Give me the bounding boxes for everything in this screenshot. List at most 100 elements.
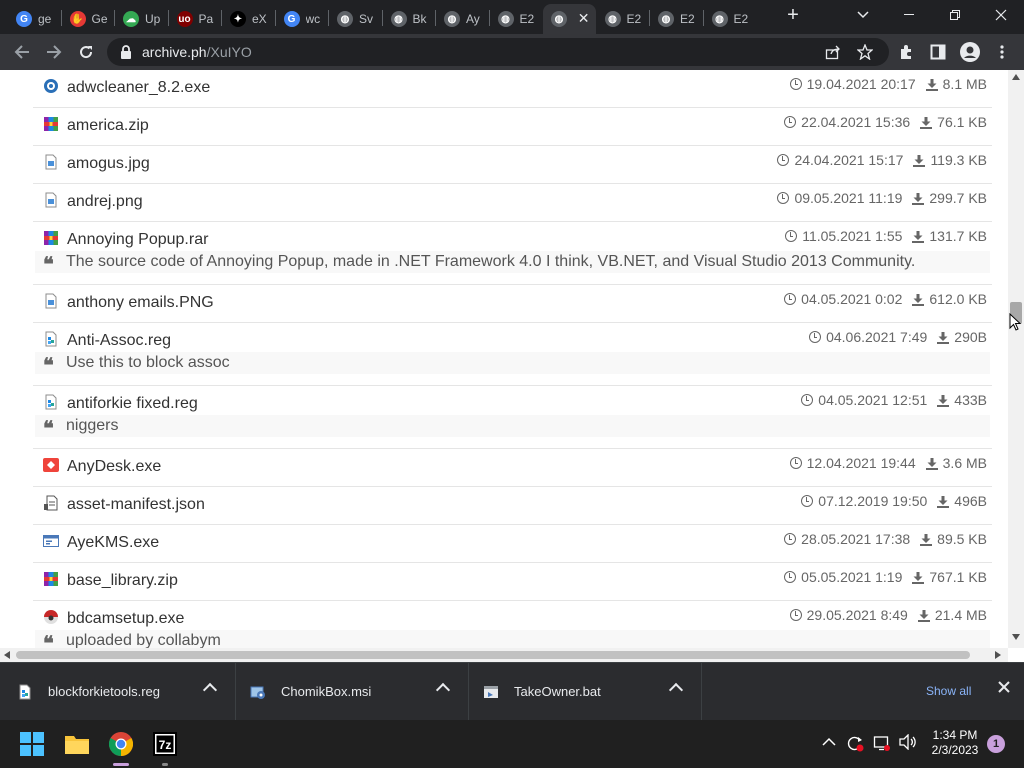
globe-icon: ◍	[604, 11, 621, 27]
file-row: AnyDesk.exe 12.04.2021 19:44 3.6 MB	[33, 449, 992, 487]
download-item[interactable]: blockforkietools.reg	[0, 663, 236, 721]
browser-toolbar: archive.ph/XuIYO	[0, 34, 1024, 70]
browser-tab[interactable]: ◍ E2	[490, 4, 543, 34]
file-name-link[interactable]: bdcamsetup.exe	[67, 610, 184, 628]
show-all-downloads-button[interactable]: Show all	[926, 684, 971, 698]
file-date: 05.05.2021 1:19	[801, 569, 903, 585]
bookmark-star-icon[interactable]	[851, 38, 879, 66]
share-icon[interactable]	[819, 38, 847, 66]
file-name-link[interactable]: asset-manifest.json	[67, 496, 205, 514]
scroll-right-arrow-icon[interactable]	[995, 651, 1001, 659]
download-icon	[912, 571, 925, 584]
browser-menu-icon[interactable]	[988, 38, 1016, 66]
network-icon[interactable]	[873, 734, 891, 756]
lock-icon[interactable]	[119, 44, 133, 60]
puzzle-site-icon: ✦	[230, 11, 246, 27]
registry-file-icon	[43, 394, 59, 410]
file-explorer-icon[interactable]	[61, 728, 93, 760]
file-name-link[interactable]: Annoying Popup.rar	[67, 231, 208, 249]
file-name-link[interactable]: anthony emails.PNG	[67, 294, 214, 312]
file-description: ❝ Use this to block assoc	[35, 352, 990, 377]
file-description: ❝ The source code of Annoying Popup, made…	[35, 251, 990, 276]
reload-button[interactable]	[72, 38, 100, 66]
file-date: 04.06.2021 7:49	[826, 329, 928, 345]
file-name-link[interactable]: adwcleaner_8.2.exe	[67, 79, 210, 97]
notification-badge[interactable]: 1	[987, 735, 1005, 753]
browser-tab[interactable]: ◍ E2	[704, 4, 757, 34]
tab-separator	[435, 10, 436, 26]
download-item[interactable]: ChomikBox.msi	[233, 663, 469, 721]
sync-warning-icon[interactable]	[846, 734, 864, 756]
clock-icon	[789, 457, 802, 469]
globe-icon: ◍	[390, 11, 407, 27]
close-window-button[interactable]	[978, 0, 1024, 30]
horizontal-scrollbar[interactable]	[0, 648, 1008, 662]
minimize-button[interactable]	[886, 0, 932, 30]
extensions-icon[interactable]	[892, 38, 920, 66]
horizontal-scroll-thumb[interactable]	[16, 651, 970, 659]
download-icon	[937, 495, 950, 508]
clock-icon	[789, 609, 802, 621]
tab-separator	[167, 10, 169, 26]
system-clock[interactable]: 1:34 PM 2/3/2023	[924, 728, 986, 758]
windows-start-icon[interactable]	[16, 728, 48, 760]
google-icon: G	[283, 11, 300, 27]
volume-icon[interactable]	[899, 733, 917, 754]
back-button[interactable]	[8, 38, 36, 66]
chevron-up-icon[interactable]	[202, 682, 218, 698]
file-name-link[interactable]: AyeKMS.exe	[67, 534, 159, 552]
browser-tab[interactable]: ◍ ✕	[543, 4, 596, 34]
file-row: bdcamsetup.exe 29.05.2021 8:49 21.4 MB ❝ upl…	[33, 601, 992, 648]
browser-tab[interactable]: uo Pa	[169, 4, 222, 34]
close-download-shelf-button[interactable]	[998, 680, 1010, 698]
chevron-up-icon[interactable]	[435, 682, 451, 698]
browser-tab[interactable]: ◍ Bk	[383, 4, 436, 34]
file-meta: 11.05.2021 1:55 131.7 KB	[785, 228, 987, 244]
browser-tab[interactable]: ☁ Up	[115, 4, 168, 34]
browser-tab[interactable]: ✦ eX	[222, 4, 275, 34]
download-item[interactable]: TakeOwner.bat	[466, 663, 702, 721]
file-name-link[interactable]: amogus.jpg	[67, 155, 150, 173]
file-row: adwcleaner_8.2.exe 19.04.2021 20:17 8.1 MB	[33, 70, 992, 108]
tab-title: Sv	[359, 12, 374, 26]
scroll-down-arrow-icon[interactable]	[1012, 634, 1020, 640]
url-text[interactable]: archive.ph/XuIYO	[142, 44, 252, 60]
file-row: Annoying Popup.rar 11.05.2021 1:55 131.7 K…	[33, 222, 992, 285]
file-name-link[interactable]: base_library.zip	[67, 572, 178, 590]
7zip-icon[interactable]: 7z	[149, 728, 181, 766]
side-panel-icon[interactable]	[924, 38, 952, 66]
clock-icon	[801, 495, 814, 507]
scroll-up-arrow-icon[interactable]	[1012, 74, 1020, 80]
restore-button[interactable]	[932, 0, 978, 30]
browser-tab[interactable]: ◍ Ay	[436, 4, 489, 34]
chevron-up-icon[interactable]	[668, 682, 684, 698]
file-date: 29.05.2021 8:49	[806, 607, 908, 623]
close-tab-icon[interactable]: ✕	[578, 10, 590, 27]
show-hidden-icons-icon[interactable]	[822, 734, 836, 751]
browser-tab[interactable]: ◍ E2	[650, 4, 703, 34]
scroll-left-arrow-icon[interactable]	[4, 651, 10, 659]
batch-file-icon	[483, 684, 499, 700]
file-size: 767.1 KB	[929, 569, 987, 585]
tab-title: Pa	[198, 12, 214, 26]
chrome-icon[interactable]	[105, 728, 137, 766]
browser-tab[interactable]: Gwc	[276, 4, 329, 34]
download-file-name: TakeOwner.bat	[514, 684, 601, 699]
new-tab-button[interactable]: +	[770, 0, 816, 30]
browser-tab[interactable]: ◍ E2	[597, 4, 650, 34]
tab-search-icon[interactable]	[840, 0, 886, 30]
browser-tab[interactable]: ✋ Ge	[62, 4, 115, 34]
tab-title: Ge	[91, 12, 108, 26]
file-name-link[interactable]: america.zip	[67, 117, 149, 135]
tab-separator	[381, 10, 383, 26]
vertical-scrollbar[interactable]	[1008, 70, 1024, 648]
file-name-link[interactable]: AnyDesk.exe	[67, 458, 161, 476]
address-bar[interactable]: archive.ph/XuIYO	[107, 38, 889, 66]
forward-button[interactable]	[40, 38, 68, 66]
file-name-link[interactable]: antiforkie fixed.reg	[67, 395, 198, 413]
browser-tab[interactable]: Gge	[8, 4, 61, 34]
file-name-link[interactable]: Anti-Assoc.reg	[67, 332, 171, 350]
profile-avatar-icon[interactable]	[956, 38, 984, 66]
browser-tab[interactable]: ◍ Sv	[329, 4, 382, 34]
file-name-link[interactable]: andrej.png	[67, 193, 143, 211]
